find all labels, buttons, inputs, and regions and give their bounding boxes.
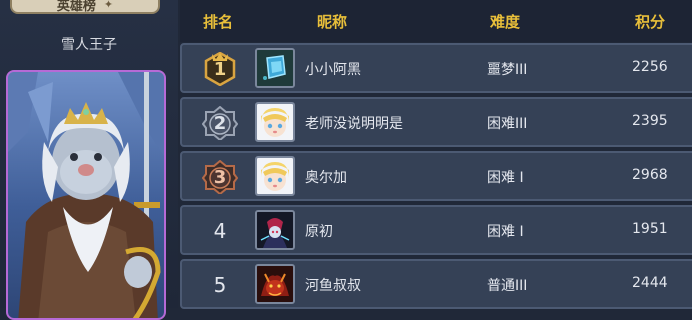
leaderboard-row[interactable]: 5 河鱼叔叔 普通III 2444 [180, 259, 692, 309]
leaderboard-row[interactable]: 3 奥尔加 困难 I 2968 [180, 151, 692, 201]
rank-number: 3 [213, 166, 227, 188]
hero-panel: 英雄榜 ✦ 雪人王子 [0, 0, 178, 320]
leaderboard-row[interactable]: 2 老师没说明明是 困难III 2395 [180, 97, 692, 147]
rank-number: 1 [213, 58, 227, 80]
crest-icon: ✦ [103, 0, 114, 11]
player-score: 2256 [632, 59, 668, 75]
rank-badge: 4 [202, 214, 238, 248]
player-nickname: 老师没说明明是 [305, 116, 403, 132]
rank-number: 5 [213, 273, 227, 297]
player-score: 1951 [632, 221, 668, 237]
leaderboard-row[interactable]: 4 原初 困难 I 1951 [180, 205, 692, 255]
player-score: 2444 [632, 275, 668, 291]
player-avatar[interactable] [255, 48, 295, 88]
player-score: 2968 [632, 167, 668, 183]
player-avatar[interactable] [255, 210, 295, 250]
hero-portrait[interactable] [6, 70, 166, 320]
player-avatar[interactable] [255, 156, 295, 196]
leaderboard-row[interactable]: 1 小小阿黑 噩梦III 2256 [180, 43, 692, 93]
hero-name: 雪人王子 [61, 37, 117, 53]
player-difficulty: 噩梦III [487, 62, 528, 78]
snow-girl-avatar-icon [257, 104, 293, 140]
rank-badge: 5 [202, 268, 238, 302]
player-avatar[interactable] [255, 264, 295, 304]
player-avatar[interactable] [255, 102, 295, 142]
player-score: 2395 [632, 113, 668, 129]
snow-prince-portrait-icon [8, 72, 164, 318]
player-nickname: 原初 [305, 224, 333, 240]
player-nickname: 河鱼叔叔 [305, 278, 361, 294]
player-difficulty: 普通III [487, 278, 528, 294]
player-nickname: 奥尔加 [305, 170, 347, 186]
player-nickname: 小小阿黑 [305, 62, 361, 78]
header-difficulty: 难度 [489, 13, 521, 31]
leaderboard-header: 排名 昵称 难度 积分 [180, 0, 692, 42]
rank-badge: 3 [202, 160, 238, 194]
fire-demon-avatar-icon [257, 266, 293, 302]
dark-mage-avatar-icon [257, 212, 293, 248]
hero-board-tab-label: 英雄榜 [56, 0, 96, 14]
rank-badge: 2 [202, 106, 238, 140]
rank-badge: 1 [202, 52, 238, 86]
rank-number: 2 [213, 112, 227, 134]
cube-avatar-icon [257, 50, 293, 86]
snow-girl-avatar-icon [257, 158, 293, 194]
rank-number: 4 [213, 219, 227, 243]
header-rank: 排名 [202, 13, 234, 31]
player-difficulty: 困难 I [487, 170, 524, 186]
player-difficulty: 困难III [487, 116, 528, 132]
header-nickname: 昵称 [316, 13, 348, 31]
player-difficulty: 困难 I [487, 224, 524, 240]
header-score: 积分 [634, 13, 666, 31]
hero-board-tab[interactable]: 英雄榜 ✦ [10, 0, 160, 14]
